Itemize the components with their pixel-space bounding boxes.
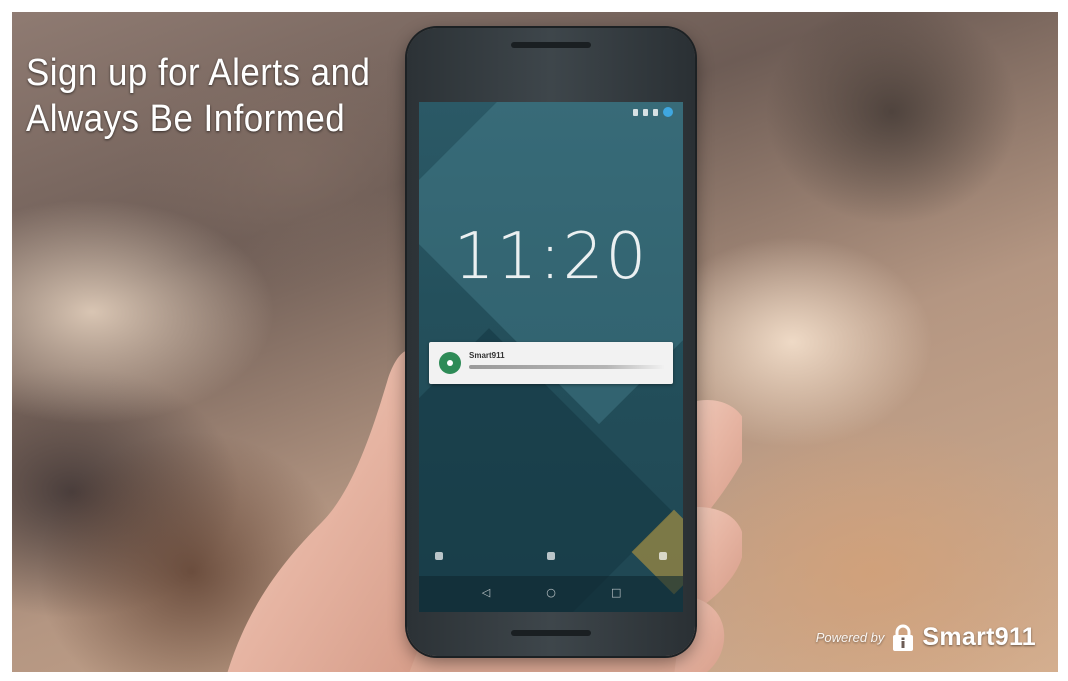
promo-banner: Sign up for Alerts and Always Be Informe… — [12, 12, 1058, 672]
recents-square-icon[interactable]: □ — [611, 587, 621, 598]
notification-card[interactable]: Smart911 — [429, 342, 673, 384]
status-icons — [633, 107, 673, 117]
earpiece-speaker — [511, 42, 591, 48]
lock-screen: 11:20 Smart911 ◁ ○ □ — [419, 102, 683, 612]
back-triangle-icon[interactable]: ◁ — [481, 587, 491, 598]
powered-by-label: Powered by — [815, 630, 885, 645]
signal-icon — [633, 108, 638, 116]
phone-shortcut-icon[interactable] — [435, 552, 443, 560]
smart911-app-icon — [439, 352, 461, 374]
camera-shortcut-icon[interactable] — [659, 552, 667, 560]
lock-icon — [547, 552, 555, 560]
powered-by-badge: Powered by Smart911 — [816, 623, 1036, 652]
brand-name: Smart911 — [922, 623, 1036, 651]
wifi-icon — [643, 108, 648, 116]
bottom-speaker — [511, 630, 591, 636]
lock-shortcuts — [419, 548, 683, 568]
home-circle-icon[interactable]: ○ — [546, 587, 556, 598]
lock-screen-clock: 11:20 — [453, 220, 649, 294]
smartphone: 11:20 Smart911 ◁ ○ □ — [407, 28, 695, 656]
user-avatar-icon — [663, 107, 673, 117]
headline: Sign up for Alerts and Always Be Informe… — [26, 52, 371, 140]
battery-icon — [653, 108, 658, 116]
navigation-bar: ◁ ○ □ — [419, 576, 683, 612]
padlock-info-icon — [893, 624, 914, 651]
status-bar — [419, 102, 683, 126]
notification-app-name: Smart911 — [469, 351, 505, 360]
notification-body — [469, 365, 665, 369]
